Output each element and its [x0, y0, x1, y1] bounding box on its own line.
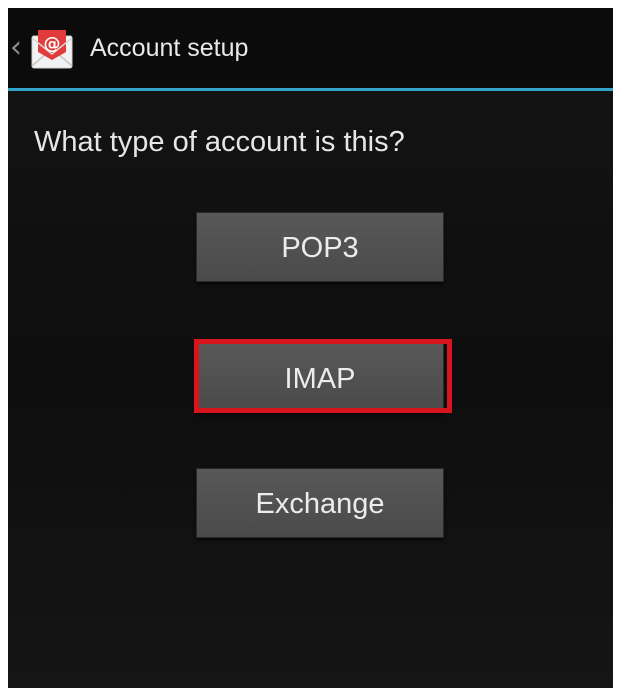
account-type-question: What type of account is this? — [34, 126, 405, 158]
action-bar: ‹ @ Account setup — [8, 8, 613, 91]
account-setup-screen: ‹ @ Account setup What type of account i… — [8, 8, 613, 688]
back-chevron-icon[interactable]: ‹ — [10, 30, 24, 66]
action-bar-title: Account setup — [90, 34, 249, 62]
imap-button[interactable]: IMAP — [196, 343, 444, 413]
email-app-icon[interactable]: @ — [26, 22, 78, 74]
svg-text:@: @ — [44, 34, 61, 54]
exchange-button[interactable]: Exchange — [196, 468, 444, 538]
pop3-button[interactable]: POP3 — [196, 212, 444, 282]
